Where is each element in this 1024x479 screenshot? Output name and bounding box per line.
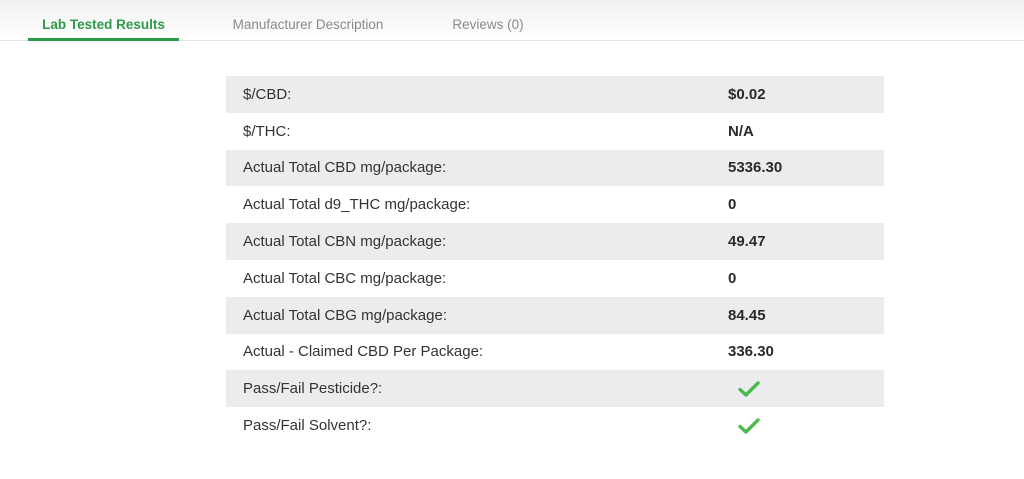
row-label: Actual Total CBG mg/package: bbox=[226, 296, 728, 334]
row-value: $0.02 bbox=[728, 76, 884, 113]
tab-lab-tested-results[interactable]: Lab Tested Results bbox=[28, 0, 179, 41]
row-value bbox=[728, 407, 884, 444]
table-row: Actual Total CBN mg/package: 49.47 bbox=[226, 223, 884, 260]
table-row: Actual - Claimed CBD Per Package: 336.30 bbox=[226, 334, 884, 371]
table-row: Pass/Fail Pesticide?: bbox=[226, 370, 884, 408]
row-label: $/THC: bbox=[243, 122, 291, 140]
product-tabs: Lab Tested Results Manufacturer Descript… bbox=[0, 0, 1024, 41]
checkmark-icon bbox=[738, 381, 760, 397]
row-label: Actual Total CBC mg/package: bbox=[243, 269, 447, 287]
table-row: Actual Total CBC mg/package: 0 bbox=[226, 260, 884, 297]
row-value: 0 bbox=[728, 196, 737, 214]
table-row: $/THC: N/A bbox=[226, 113, 884, 150]
row-value bbox=[728, 370, 884, 408]
table-row: Actual Total CBG mg/package: 84.45 bbox=[226, 296, 884, 334]
table-row: Actual Total CBD mg/package: 5336.30 bbox=[226, 149, 884, 187]
row-label: Actual - Claimed CBD Per Package: bbox=[243, 343, 484, 361]
row-value: 84.45 bbox=[728, 296, 884, 334]
row-label: Actual Total CBD mg/package: bbox=[226, 149, 728, 187]
tab-manufacturer-description[interactable]: Manufacturer Description bbox=[215, 0, 401, 41]
row-label: Pass/Fail Pesticide?: bbox=[226, 370, 728, 408]
row-label: Actual Total d9_THC mg/package: bbox=[243, 196, 471, 214]
lab-results-table: $/CBD: $0.02 $/THC: N/A Actual Total CBD… bbox=[226, 76, 884, 444]
table-row: Actual Total d9_THC mg/package: 0 bbox=[226, 186, 884, 223]
row-value: 49.47 bbox=[728, 223, 884, 260]
row-label: $/CBD: bbox=[226, 76, 728, 113]
row-label: Pass/Fail Solvent?: bbox=[243, 417, 372, 435]
row-value: 5336.30 bbox=[728, 149, 884, 187]
row-label: Actual Total CBN mg/package: bbox=[226, 223, 728, 260]
checkmark-icon bbox=[738, 417, 760, 434]
row-value: N/A bbox=[728, 122, 754, 140]
table-row: Pass/Fail Solvent?: bbox=[226, 407, 884, 444]
table-row: $/CBD: $0.02 bbox=[226, 76, 884, 113]
tab-reviews[interactable]: Reviews (0) bbox=[440, 0, 536, 41]
row-value: 336.30 bbox=[728, 343, 774, 361]
row-value: 0 bbox=[728, 269, 737, 287]
